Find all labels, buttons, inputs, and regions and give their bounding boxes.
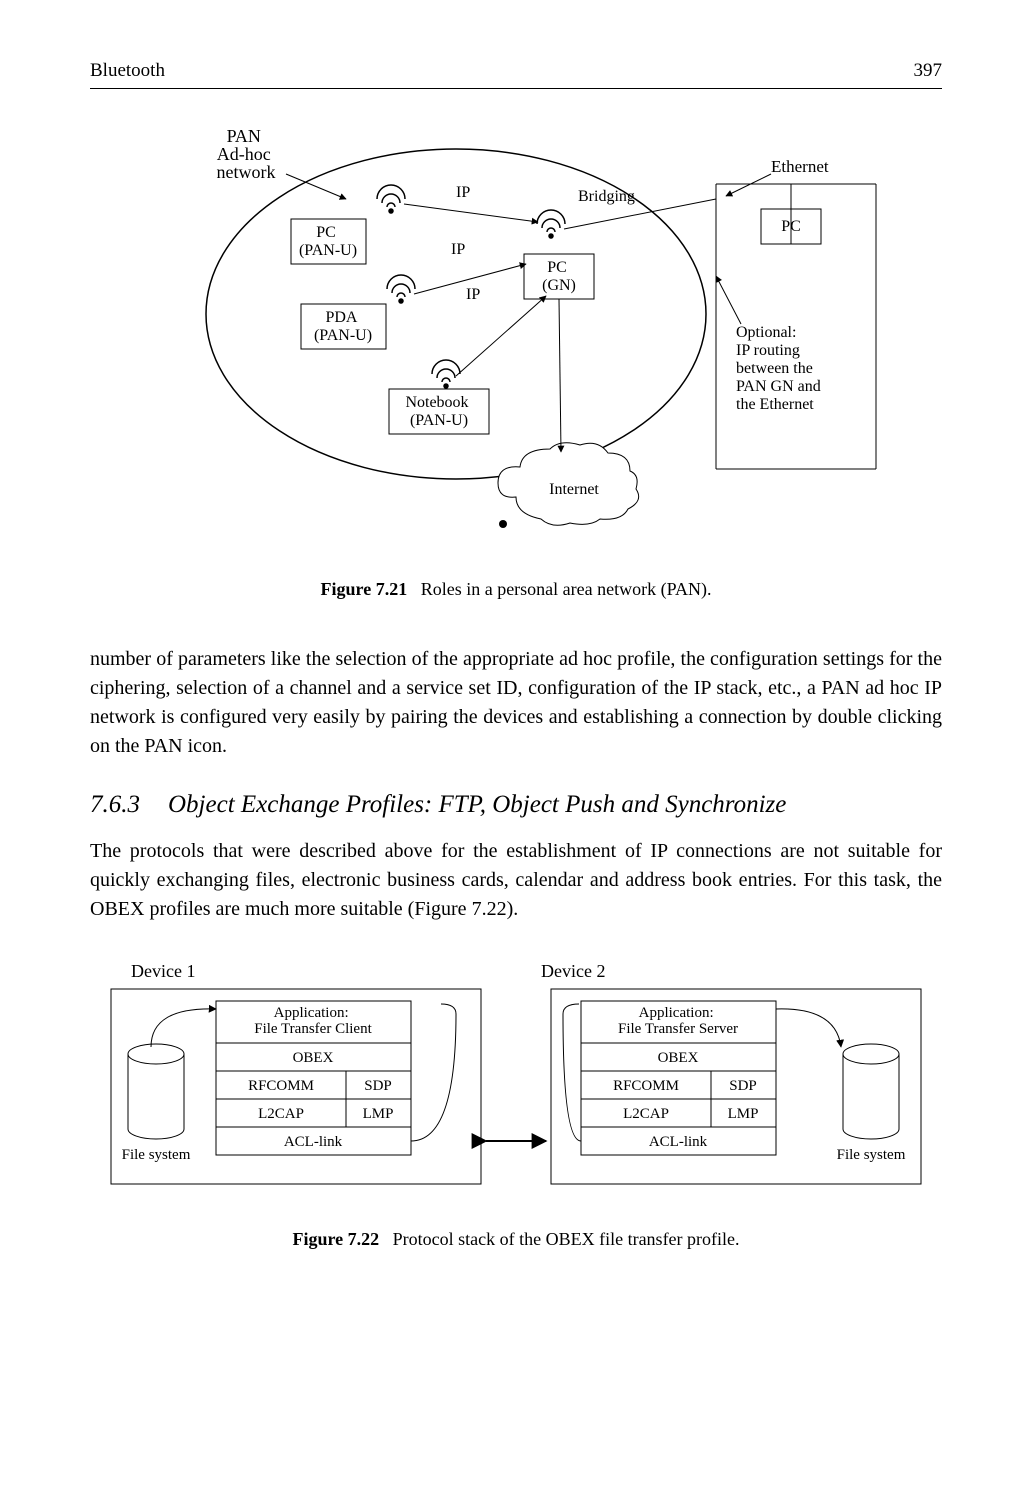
figure-7-22: Device 1 Device 2 File system Applicatio… bbox=[90, 959, 942, 1209]
paragraph-2: The protocols that were described above … bbox=[90, 837, 942, 924]
bridging-label: Bridging bbox=[578, 188, 635, 205]
acl-box-right: ACL-link bbox=[649, 1134, 708, 1150]
pan-label: PAN Ad-hoc network bbox=[217, 126, 276, 182]
header-left: Bluetooth bbox=[90, 60, 165, 82]
l2cap-box-right: L2CAP bbox=[623, 1106, 669, 1122]
figure-7-21-caption: Figure 7.21 Roles in a personal area net… bbox=[90, 579, 942, 600]
obex-box-left: OBEX bbox=[293, 1050, 334, 1066]
lmp-box-left: LMP bbox=[363, 1106, 394, 1122]
ip-label-1: IP bbox=[456, 184, 470, 201]
lmp-box-right: LMP bbox=[728, 1106, 759, 1122]
notebook-panu-box: Notebook (PAN-U) bbox=[405, 394, 472, 429]
ip-label-2: IP bbox=[451, 241, 465, 258]
file-system-label-left: File system bbox=[122, 1147, 191, 1163]
cylinder-icon bbox=[843, 1044, 899, 1139]
paragraph-1: number of parameters like the selection … bbox=[90, 645, 942, 761]
ethernet-label: Ethernet bbox=[771, 157, 829, 176]
l2cap-box-left: L2CAP bbox=[258, 1106, 304, 1122]
sdp-box-right: SDP bbox=[729, 1078, 757, 1094]
sdp-box-left: SDP bbox=[364, 1078, 392, 1094]
optional-label: Optional: IP routing between the PAN GN … bbox=[736, 324, 825, 413]
ip-label-3: IP bbox=[466, 286, 480, 303]
file-system-label-right: File system bbox=[837, 1147, 906, 1163]
running-head: Bluetooth 397 bbox=[90, 60, 942, 89]
acl-box-left: ACL-link bbox=[284, 1134, 343, 1150]
device-1-label: Device 1 bbox=[131, 961, 195, 981]
cylinder-icon bbox=[128, 1044, 184, 1139]
svg-text:Internet: Internet bbox=[549, 481, 599, 498]
device-2-label: Device 2 bbox=[541, 961, 605, 981]
figure-7-21: PAN Ad-hoc network PC (PAN-U) PDA (PAN- bbox=[90, 124, 942, 559]
obex-box-right: OBEX bbox=[658, 1050, 699, 1066]
page-number: 397 bbox=[914, 60, 943, 82]
figure-7-22-caption: Figure 7.22 Protocol stack of the OBEX f… bbox=[90, 1229, 942, 1250]
section-7-6-3-heading: 7.6.3Object Exchange Profiles: FTP, Obje… bbox=[90, 791, 942, 819]
rfcomm-box-left: RFCOMM bbox=[248, 1078, 314, 1094]
rfcomm-box-right: RFCOMM bbox=[613, 1078, 679, 1094]
internet-cloud: Internet bbox=[498, 299, 639, 528]
